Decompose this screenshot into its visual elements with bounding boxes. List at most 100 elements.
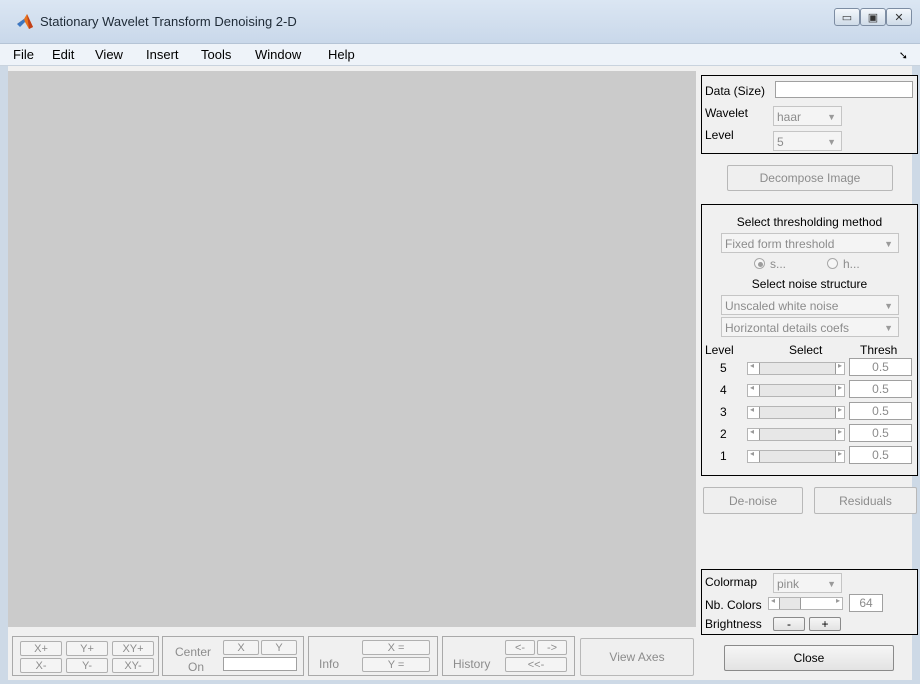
thresh-column-header: Thresh — [860, 343, 898, 357]
threshold-value-field[interactable]: 0.5 — [849, 402, 912, 420]
hard-threshold-label: h... — [843, 257, 860, 271]
coefs-value: Horizontal details coefs — [725, 321, 850, 335]
center-y-button[interactable]: Y — [261, 640, 297, 655]
zoom-y-plus-button[interactable]: Y+ — [66, 641, 108, 656]
threshold-value-field[interactable]: 0.5 — [849, 424, 912, 442]
thresholding-method-value: Fixed form threshold — [725, 237, 835, 251]
y-info-field: Y = — [362, 657, 430, 672]
noise-structure-value: Unscaled white noise — [725, 299, 839, 313]
colormap-panel: Colormap pink ▼ Nb. Colors ◂ ▸ 64 Brightn… — [701, 569, 918, 635]
level-row-label: 3 — [720, 405, 727, 419]
colormap-label: Colormap — [705, 575, 758, 589]
thresholding-method-title: Select thresholding method — [736, 215, 883, 229]
center-on-group: Center On X Y — [162, 636, 304, 676]
menu-view[interactable]: View — [95, 47, 123, 62]
menu-insert[interactable]: Insert — [146, 47, 179, 62]
threshold-value-field[interactable]: 0.5 — [849, 358, 912, 376]
dock-arrow-icon[interactable]: ➘ — [899, 49, 908, 62]
zoom-toolbar-group: X+ Y+ XY+ X- Y- XY- — [12, 636, 159, 676]
axes-area[interactable] — [8, 71, 696, 627]
colormap-dropdown[interactable]: pink ▼ — [773, 573, 842, 593]
soft-threshold-label: s... — [770, 257, 787, 271]
zoom-x-plus-button[interactable]: X+ — [20, 641, 62, 656]
threshold-value-field[interactable]: 0.5 — [849, 380, 912, 398]
wavelet-value: haar — [777, 110, 802, 124]
brightness-label: Brightness — [705, 617, 762, 631]
level-value: 5 — [777, 135, 784, 149]
history-back-all-button[interactable]: <<- — [505, 657, 567, 672]
level-row-label: 2 — [720, 427, 727, 441]
threshold-slider[interactable]: ◂ ▸ — [747, 361, 845, 375]
chevron-down-icon: ▼ — [827, 579, 836, 589]
nb-colors-label: Nb. Colors — [705, 598, 762, 612]
title-bar: Stationary Wavelet Transform Denoising 2… — [0, 0, 920, 44]
threshold-slider[interactable]: ◂ ▸ — [747, 383, 845, 397]
brightness-increase-button[interactable]: + — [809, 617, 841, 631]
noise-structure-dropdown[interactable]: Unscaled white noise ▼ — [721, 295, 899, 315]
brightness-decrease-button[interactable]: - — [773, 617, 805, 631]
window-title: Stationary Wavelet Transform Denoising 2… — [40, 14, 297, 29]
close-window-button[interactable]: ✕ — [886, 8, 912, 26]
data-panel: Data (Size) Wavelet haar ▼ Level 5 ▼ — [701, 75, 918, 154]
history-group: History <- -> <<- — [442, 636, 575, 676]
soft-threshold-radio[interactable] — [754, 258, 765, 269]
nb-colors-slider[interactable]: ◂ ▸ — [768, 596, 843, 610]
level-row-label: 1 — [720, 449, 727, 463]
center-field — [223, 657, 297, 671]
decompose-image-button[interactable]: Decompose Image — [727, 165, 893, 191]
center-label: Center — [175, 645, 212, 659]
noise-structure-title: Select noise structure — [751, 277, 868, 291]
chevron-down-icon: ▼ — [884, 323, 893, 333]
menu-tools[interactable]: Tools — [201, 47, 231, 62]
zoom-xy-plus-button[interactable]: XY+ — [112, 641, 154, 656]
level-label: Level — [705, 128, 734, 142]
menu-file[interactable]: File — [13, 47, 34, 62]
on-label: On — [188, 660, 205, 674]
minimize-button[interactable]: ▭ — [834, 8, 860, 26]
threshold-slider[interactable]: ◂ ▸ — [747, 427, 845, 441]
info-label: Info — [319, 657, 340, 671]
zoom-y-minus-button[interactable]: Y- — [66, 658, 108, 673]
data-size-label: Data (Size) — [705, 84, 766, 98]
level-row-label: 4 — [720, 383, 727, 397]
menu-window[interactable]: Window — [255, 47, 301, 62]
chevron-down-icon: ▼ — [884, 239, 893, 249]
center-x-button[interactable]: X — [223, 640, 259, 655]
coefs-dropdown[interactable]: Horizontal details coefs ▼ — [721, 317, 899, 337]
info-group: Info X = Y = — [308, 636, 438, 676]
zoom-x-minus-button[interactable]: X- — [20, 658, 62, 673]
close-button[interactable]: Close — [724, 645, 894, 671]
history-label: History — [453, 657, 491, 671]
denoise-button[interactable]: De-noise — [703, 487, 803, 514]
x-info-field: X = — [362, 640, 430, 655]
wavelet-label: Wavelet — [705, 106, 748, 120]
maximize-button[interactable]: ▣ — [860, 8, 886, 26]
wavelet-dropdown[interactable]: haar ▼ — [773, 106, 842, 126]
chevron-down-icon: ▼ — [827, 112, 836, 122]
matlab-logo-icon — [17, 14, 33, 29]
view-axes-button[interactable]: View Axes — [580, 638, 694, 676]
level-column-header: Level — [705, 343, 734, 357]
close-icon: ✕ — [894, 11, 904, 24]
level-dropdown[interactable]: 5 ▼ — [773, 131, 842, 151]
maximize-icon: ▣ — [867, 11, 879, 24]
threshold-value-field[interactable]: 0.5 — [849, 446, 912, 464]
history-back-button[interactable]: <- — [505, 640, 535, 655]
menu-bar: File Edit View Insert Tools Window Help … — [0, 44, 920, 66]
level-row-label: 5 — [720, 361, 727, 375]
threshold-slider[interactable]: ◂ ▸ — [747, 449, 845, 463]
nb-colors-field[interactable]: 64 — [849, 594, 883, 612]
threshold-slider[interactable]: ◂ ▸ — [747, 405, 845, 419]
chevron-down-icon: ▼ — [827, 137, 836, 147]
residuals-button[interactable]: Residuals — [814, 487, 917, 514]
chevron-down-icon: ▼ — [884, 301, 893, 311]
thresholding-method-dropdown[interactable]: Fixed form threshold ▼ — [721, 233, 899, 253]
menu-edit[interactable]: Edit — [52, 47, 74, 62]
hard-threshold-radio[interactable] — [827, 258, 838, 269]
colormap-value: pink — [777, 577, 800, 591]
menu-help[interactable]: Help — [328, 47, 355, 62]
threshold-panel: Select thresholding method Fixed form th… — [701, 204, 918, 476]
minimize-icon: ▭ — [841, 11, 853, 24]
zoom-xy-minus-button[interactable]: XY- — [112, 658, 154, 673]
history-forward-button[interactable]: -> — [537, 640, 567, 655]
